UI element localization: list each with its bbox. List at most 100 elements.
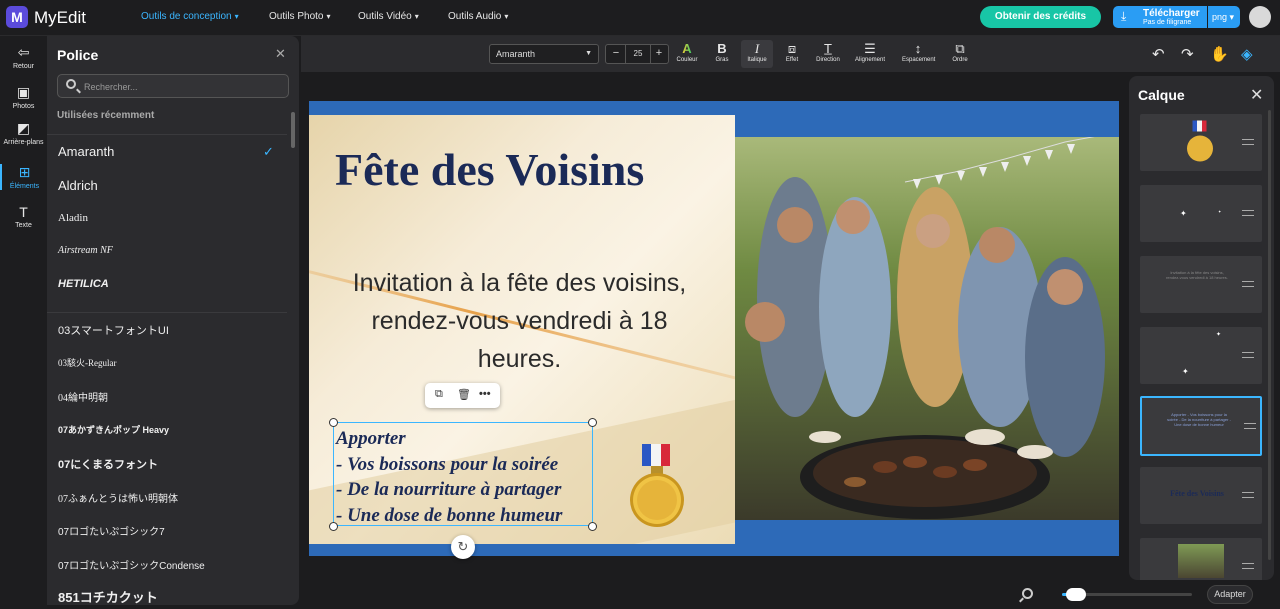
rail-back[interactable]: ⇦ Retour — [0, 44, 47, 70]
tool-spacing[interactable]: ↕ Espacement — [902, 40, 935, 68]
drag-handle-icon[interactable] — [1242, 352, 1254, 358]
fit-button[interactable]: Adapter — [1207, 585, 1253, 604]
font-panel-title: Police — [57, 47, 99, 63]
check-icon: ✓ — [263, 144, 274, 159]
close-icon[interactable]: ✕ — [1250, 85, 1263, 105]
decrease-size-button[interactable]: − — [608, 47, 624, 59]
tool-align[interactable]: ☰ Alignement — [854, 40, 886, 68]
spacing-icon: ↕ — [914, 41, 922, 56]
trash-icon[interactable]: 🗑 — [457, 388, 471, 401]
text-icon: T — [19, 204, 28, 220]
font-item-07-logotype-condense[interactable]: 07ロゴたいぷゴシックCondense — [58, 557, 205, 572]
duplicate-icon[interactable]: ⧉ — [435, 388, 443, 401]
font-search-input[interactable] — [84, 79, 284, 95]
canvas-invite-text[interactable]: Invitation à la fête des voisins, rendez… — [327, 264, 712, 378]
font-item-07-fantou[interactable]: 07ふぁんとうは怖い明朝体 — [58, 490, 178, 505]
layer-sparkles[interactable]: ✦ ✦ — [1140, 185, 1262, 242]
download-button[interactable]: ⤓ Télécharger Pas de filigrane — [1113, 6, 1207, 28]
layers-panel: Calque ✕ ✦ ✦ Invitation à la fête des vo… — [1129, 76, 1274, 580]
font-item-07-akazukin[interactable]: 07あかずきんポップ Heavy — [58, 423, 169, 436]
user-avatar[interactable] — [1249, 6, 1271, 28]
font-item-aldrich[interactable]: Aldrich — [58, 178, 98, 193]
layer-medal[interactable] — [1140, 114, 1262, 171]
font-size-value[interactable]: 25 — [625, 45, 651, 63]
canvas-title-text[interactable]: Fête des Voisins — [335, 143, 715, 196]
drag-handle-icon[interactable] — [1242, 492, 1254, 498]
redo-icon[interactable]: ↷ — [1181, 45, 1194, 63]
italic-icon: I — [754, 41, 760, 56]
font-item-04-mincho[interactable]: 04綸中明朝 — [58, 389, 108, 404]
layers-scrollbar[interactable] — [1268, 110, 1271, 560]
nav-photo-tools[interactable]: Outils Photo ▾ — [269, 11, 331, 22]
tool-italic[interactable]: I Italique — [741, 40, 773, 68]
font-item-07-logotype[interactable]: 07ロゴたいぷゴシック7 — [58, 523, 165, 538]
tool-direction[interactable]: T̲ Direction — [812, 40, 844, 68]
font-size-stepper: − 25 + — [605, 44, 669, 64]
font-item-03-regular[interactable]: 03駭火-Regular — [58, 356, 117, 369]
layer-title-text[interactable]: Fête des Voisins — [1140, 467, 1262, 524]
get-credits-button[interactable]: Obtenir des crédits — [980, 6, 1101, 28]
download-icon: ⤓ — [1121, 9, 1127, 23]
tool-color[interactable]: A Couleur — [671, 40, 703, 68]
effect-icon: ⧈ — [787, 41, 797, 56]
drag-handle-icon[interactable] — [1242, 563, 1254, 569]
font-item-07-nikumaru[interactable]: 07にくまるフォント — [58, 456, 158, 472]
sparkle-icon: ✦ — [1180, 209, 1187, 218]
drag-handle-icon[interactable] — [1242, 281, 1254, 287]
drag-handle-icon[interactable] — [1244, 423, 1256, 429]
resize-handle[interactable] — [329, 418, 338, 427]
back-icon: ⇦ — [17, 44, 30, 60]
zoom-icon[interactable] — [1022, 588, 1033, 599]
chevron-down-icon: ▾ — [326, 12, 331, 21]
more-icon[interactable]: ••• — [479, 388, 491, 400]
medal-thumbnail — [1187, 120, 1213, 162]
format-select[interactable]: png ▾ — [1208, 6, 1240, 28]
rail-backgrounds[interactable]: ◩ Arrière-plans — [0, 120, 47, 146]
nav-audio-tools[interactable]: Outils Audio ▾ — [448, 11, 508, 22]
layer-list-text-selected[interactable]: Apporter - Vos boissons pour la soirée -… — [1140, 396, 1262, 456]
selection-mini-toolbar: ⧉ 🗑 ••• — [425, 383, 500, 408]
font-item-851[interactable]: 851コチカクット — [58, 587, 158, 606]
rail-elements[interactable]: ⊞ Éléments — [0, 164, 47, 190]
photo-thumbnail — [1178, 544, 1224, 578]
nav-video-tools[interactable]: Outils Vidéo ▾ — [358, 11, 419, 22]
tool-order[interactable]: ⧉ Ordre — [944, 40, 976, 68]
text-toolbar: Amaranth ▼ − 25 + A Couleur B Gras I Italiqu… — [301, 36, 1280, 72]
resize-handle[interactable] — [588, 418, 597, 427]
zoom-slider-thumb[interactable] — [1066, 588, 1086, 601]
font-family-select[interactable]: Amaranth ▼ — [489, 44, 599, 64]
layer-invite-text[interactable]: Invitation à la fête des voisins, rendez… — [1140, 256, 1262, 313]
rail-text[interactable]: T Texte — [0, 204, 47, 229]
rotate-icon[interactable]: ↻ — [451, 535, 475, 559]
font-item-amaranth[interactable]: Amaranth ✓ — [58, 144, 274, 159]
elements-icon: ⊞ — [18, 164, 31, 180]
selection-box[interactable] — [333, 422, 593, 526]
font-item-airstream[interactable]: Airstream NF — [58, 245, 113, 256]
layer-sparkles-2[interactable]: ✦ ✦ — [1140, 327, 1262, 384]
direction-icon: T̲ — [824, 41, 832, 56]
tool-effect[interactable]: ⧈ Effet — [776, 40, 808, 68]
search-icon — [66, 79, 76, 89]
close-icon[interactable]: ✕ — [275, 46, 286, 62]
medal-sticker[interactable] — [627, 444, 687, 530]
font-panel-scrollbar[interactable] — [291, 112, 295, 148]
undo-icon[interactable]: ↶ — [1152, 45, 1165, 63]
font-panel: Police ✕ Utilisées récemment Amaranth✓ A… — [47, 36, 299, 605]
party-photo[interactable] — [735, 137, 1119, 520]
layer-photo[interactable] — [1140, 538, 1262, 580]
nav-design-tools[interactable]: Outils de conception ▾ — [141, 11, 239, 22]
drag-handle-icon[interactable] — [1242, 210, 1254, 216]
resize-handle[interactable] — [329, 522, 338, 531]
rail-photos[interactable]: ▣ Photos — [0, 84, 47, 110]
layers-icon[interactable]: ◈ — [1241, 45, 1253, 63]
myedit-logo-icon[interactable]: M — [6, 6, 28, 28]
font-item-03-smartphone[interactable]: 03スマートフォントUI — [58, 322, 169, 338]
resize-handle[interactable] — [588, 522, 597, 531]
hand-icon[interactable]: ✋ — [1210, 45, 1229, 63]
font-item-aladin[interactable]: Aladin — [58, 212, 88, 224]
tool-bold[interactable]: B Gras — [706, 40, 738, 68]
drag-handle-icon[interactable] — [1242, 139, 1254, 145]
font-item-hetilica[interactable]: HETILICA — [58, 278, 109, 290]
sparkle-icon: ✦ — [1182, 367, 1189, 376]
increase-size-button[interactable]: + — [651, 47, 667, 59]
